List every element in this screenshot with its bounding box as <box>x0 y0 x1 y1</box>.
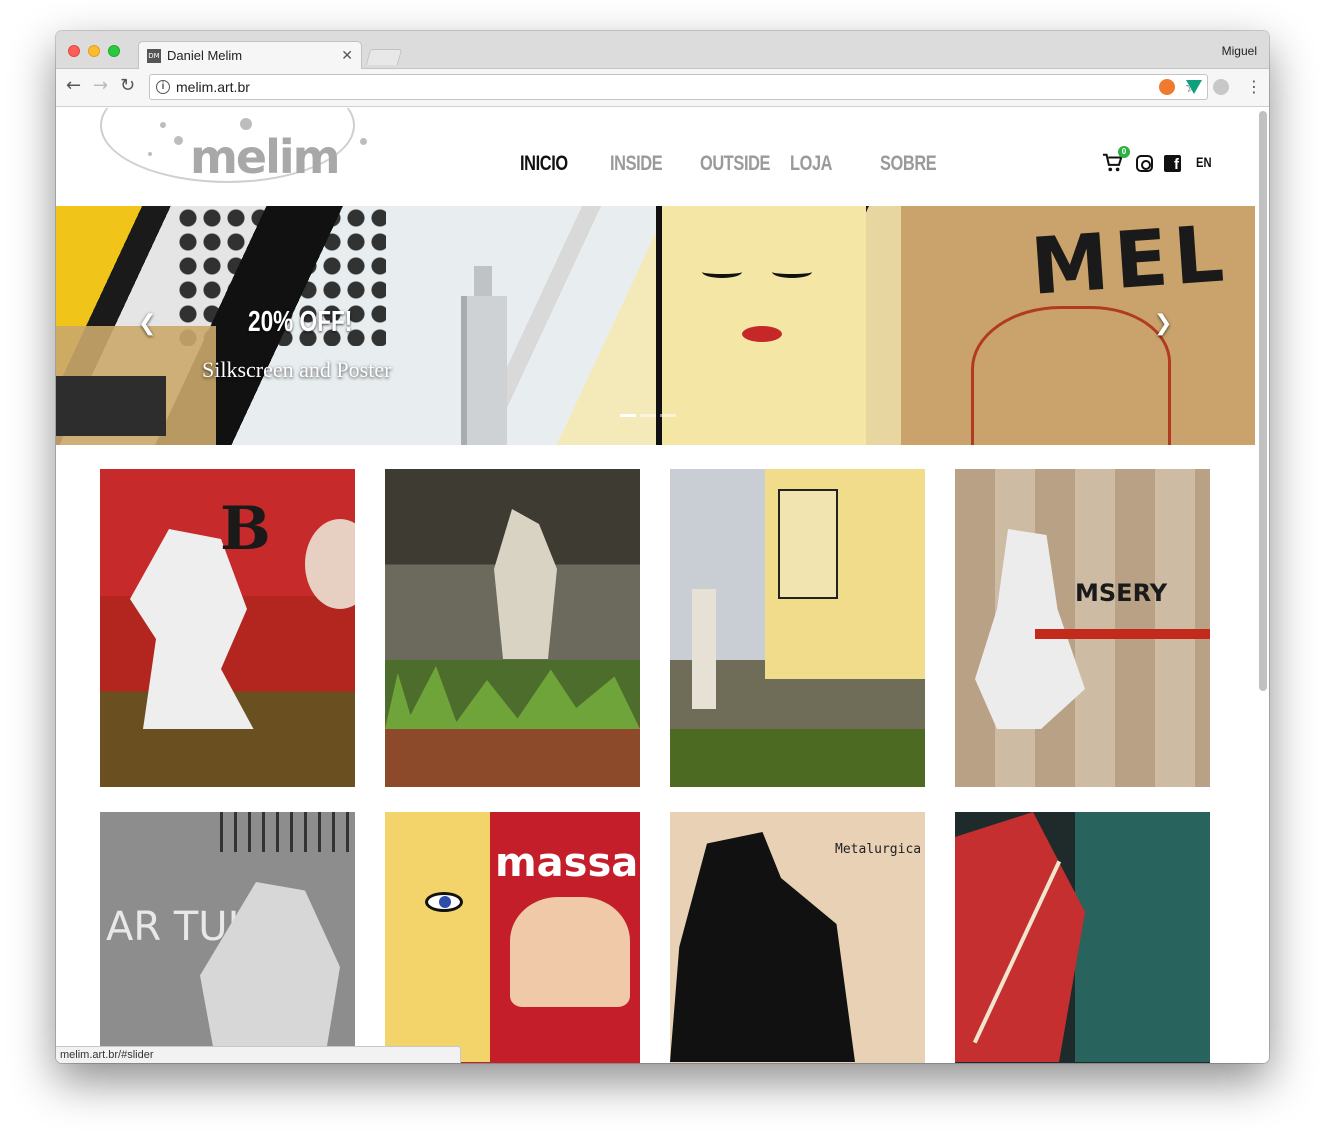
forward-arrow-icon[interactable]: → <box>93 77 108 95</box>
gallery-item-5[interactable]: AR TULH <box>100 812 355 1063</box>
language-switch[interactable]: EN <box>1196 154 1212 170</box>
slide-title: 20% OFF! <box>248 306 353 338</box>
logo-text: melim <box>190 130 341 184</box>
red-outline <box>971 306 1171 445</box>
slider-indicators <box>620 414 676 417</box>
artwork-tower <box>692 589 716 709</box>
nav-item-sobre[interactable]: SOBRE <box>880 152 937 176</box>
back-arrow-icon[interactable]: ← <box>66 77 81 95</box>
logo-splatter <box>148 152 152 156</box>
status-bar-url: melim.art.br/#slider <box>56 1046 461 1063</box>
new-tab-button[interactable] <box>365 49 403 65</box>
gallery-item-4[interactable]: MSERY <box>955 469 1210 787</box>
slide-subtitle: Silkscreen and Poster <box>202 357 392 382</box>
artwork-panel <box>385 812 490 1062</box>
artwork-window-bars <box>220 812 355 852</box>
nav-item-inside[interactable]: INSIDE <box>610 152 663 176</box>
slider-indicator[interactable] <box>660 414 676 417</box>
hero-slider[interactable]: MEL 20% OFF! Silkscreen and Poster ❮ ❯ <box>56 206 1255 445</box>
instagram-icon[interactable] <box>1136 155 1153 172</box>
artwork-text: massas <box>495 840 640 886</box>
logo-splatter <box>240 118 252 130</box>
tab-bar: DM Daniel Melim ✕ Miguel <box>56 31 1269 69</box>
artwork-face <box>305 519 355 609</box>
page-viewport: melim INICIO INSIDE OUTSIDE LOJA SOBRE 0… <box>56 108 1269 1063</box>
page-scrollbar[interactable] <box>1259 111 1267 691</box>
slider-indicator[interactable] <box>620 414 636 417</box>
nav-item-outside[interactable]: OUTSIDE <box>700 152 770 176</box>
face-eye <box>772 266 812 278</box>
tab-title: Daniel Melim <box>167 48 243 63</box>
close-window-button[interactable] <box>68 45 80 57</box>
artwork-grass <box>385 666 640 729</box>
slide-art-strip <box>56 376 166 436</box>
artwork-figure <box>494 509 557 659</box>
building-spire <box>474 266 492 300</box>
profile-name[interactable]: Miguel <box>1222 44 1257 58</box>
slide-artwork-left <box>56 206 901 445</box>
site-logo[interactable]: melim <box>100 108 410 188</box>
artwork-figure <box>670 832 855 1062</box>
close-icon[interactable]: ✕ <box>341 47 353 64</box>
artwork-figure <box>510 897 630 1007</box>
gallery-item-3[interactable] <box>670 469 925 787</box>
reload-icon[interactable]: ↻ <box>120 77 135 95</box>
artwork-text: B <box>220 494 271 564</box>
nav-item-loja[interactable]: LOJA <box>790 152 837 176</box>
main-nav: INICIO INSIDE OUTSIDE LOJA SOBRE <box>520 152 940 176</box>
gallery-item-1[interactable]: B <box>100 469 355 787</box>
artwork-stripe <box>1035 629 1210 639</box>
gallery-item-8[interactable] <box>955 812 1210 1063</box>
minimize-window-button[interactable] <box>88 45 100 57</box>
slider-prev-icon[interactable]: ❮ <box>138 311 156 336</box>
logo-splatter <box>160 122 166 128</box>
extension-orange-icon[interactable] <box>1159 79 1175 95</box>
artwork-text: Metalurgica <box>835 842 922 857</box>
extension-gray-icon[interactable] <box>1213 79 1229 95</box>
gallery-item-7[interactable]: Metalurgica <box>670 812 925 1063</box>
logo-splatter <box>174 136 183 145</box>
slide-artwork-right: MEL <box>901 206 1255 445</box>
artwork-face <box>778 489 838 599</box>
logo-splatter <box>360 138 367 145</box>
face-lips <box>742 326 782 342</box>
artwork-panel <box>1075 812 1210 1062</box>
building-tower <box>461 296 507 445</box>
stencil-text: MEL <box>1028 209 1233 313</box>
pop-art-face <box>656 206 866 445</box>
artwork-ground <box>670 729 925 787</box>
slider-next-icon[interactable]: ❯ <box>1154 311 1172 336</box>
tab-daniel-melim[interactable]: DM Daniel Melim ✕ <box>138 41 362 69</box>
cart-count-badge: 0 <box>1118 146 1130 158</box>
browser-window: DM Daniel Melim ✕ Miguel ← → ↻ i melim.a… <box>56 31 1269 1063</box>
gallery-item-2[interactable] <box>385 469 640 787</box>
nav-item-inicio[interactable]: INICIO <box>520 152 568 176</box>
artwork-face <box>955 812 1085 1062</box>
extension-vue-icon[interactable] <box>1186 80 1202 94</box>
browser-menu-icon[interactable]: ⋮ <box>1246 77 1262 96</box>
slider-indicator[interactable] <box>640 414 656 417</box>
face-eye <box>702 266 742 278</box>
url-text[interactable]: melim.art.br <box>176 79 250 95</box>
favicon-icon: DM <box>147 49 161 63</box>
gallery-item-6[interactable]: massas <box>385 812 640 1063</box>
maximize-window-button[interactable] <box>108 45 120 57</box>
artwork-text: MSERY <box>1075 579 1168 607</box>
facebook-icon[interactable]: f <box>1164 155 1181 172</box>
address-bar[interactable]: i melim.art.br ☆ <box>149 74 1208 100</box>
artwork-eye <box>425 892 463 912</box>
browser-toolbar: ← → ↻ i melim.art.br ☆ ⋮ <box>56 69 1269 107</box>
info-icon[interactable]: i <box>156 80 170 94</box>
